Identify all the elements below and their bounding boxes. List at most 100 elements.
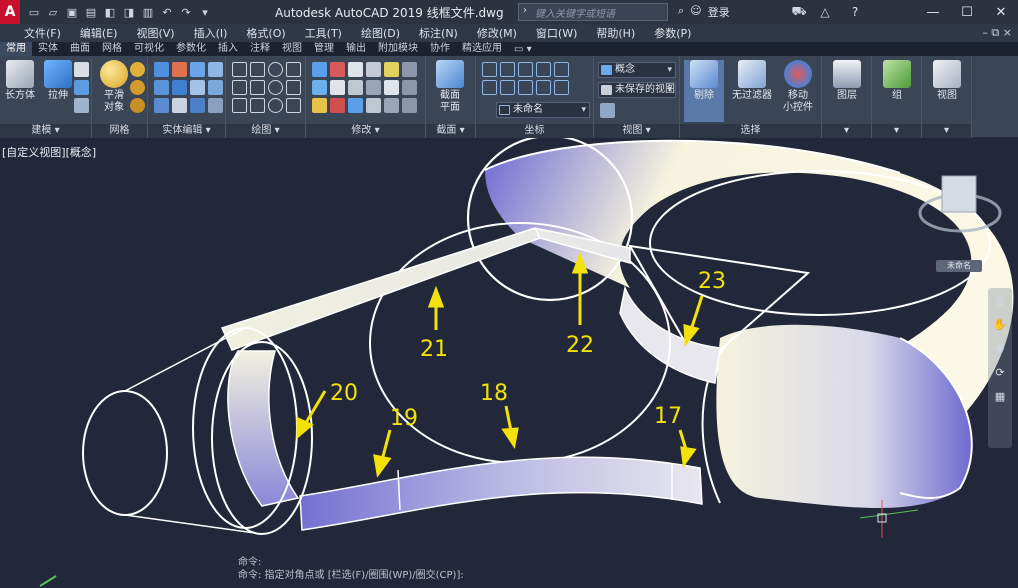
panel-title-section[interactable]: 截面 ▾ xyxy=(426,124,475,138)
panel-title-draw[interactable]: 绘图 ▾ xyxy=(226,124,305,138)
ribbon-tab-10[interactable]: 输出 xyxy=(340,42,372,56)
view-button[interactable]: 视图 xyxy=(927,60,967,102)
ucs-object-icon[interactable] xyxy=(500,80,515,95)
ucs-zaxis-icon[interactable] xyxy=(536,62,551,77)
menu-item-9[interactable]: 窗口(W) xyxy=(536,25,577,41)
menu-item-1[interactable]: 编辑(E) xyxy=(80,25,118,41)
revolve-icon[interactable] xyxy=(74,62,89,77)
smooth-object-button[interactable]: 平滑 对象 xyxy=(94,60,134,114)
extrude-button[interactable]: 拉伸 xyxy=(38,60,78,102)
steering-wheel-icon[interactable]: ◎ xyxy=(991,294,1009,312)
3d-array-icon[interactable] xyxy=(330,80,345,95)
erase-icon[interactable] xyxy=(402,62,417,77)
thicken-icon[interactable] xyxy=(154,80,169,95)
panel-title-layers-expand[interactable]: ▾ xyxy=(822,124,871,138)
layers-button[interactable]: 图层 xyxy=(827,60,867,102)
slice-icon[interactable] xyxy=(208,62,223,77)
panel-title-modeling[interactable]: 建模 ▾ xyxy=(0,124,91,138)
pan-icon[interactable]: ✋ xyxy=(991,318,1009,336)
web-upload-icon[interactable]: ◧ xyxy=(102,4,118,20)
menu-item-0[interactable]: 文件(F) xyxy=(24,25,61,41)
arc-icon[interactable] xyxy=(268,62,283,77)
3d-mirror-icon[interactable] xyxy=(312,98,327,113)
visual-style-dropdown[interactable]: 概念 ▾ xyxy=(598,62,676,78)
ribbon-minimize-icon[interactable]: ▭ ▾ xyxy=(514,44,532,55)
menu-item-2[interactable]: 视图(V) xyxy=(136,25,174,41)
sweep-icon[interactable] xyxy=(74,98,89,113)
panel-title-view-expand[interactable]: ▾ xyxy=(922,124,971,138)
redo-icon[interactable]: ↷ xyxy=(178,4,194,20)
ribbon-tab-9[interactable]: 管理 xyxy=(308,42,340,56)
ucs-origin-icon[interactable] xyxy=(518,62,533,77)
ribbon-tab-2[interactable]: 曲面 xyxy=(64,42,96,56)
region-icon[interactable] xyxy=(286,98,301,113)
top-panel-21[interactable] xyxy=(220,227,631,351)
3d-align-icon[interactable] xyxy=(312,80,327,95)
panel-title-mesh[interactable]: 网格 xyxy=(92,124,147,138)
mesh-smooth-icon[interactable] xyxy=(130,98,145,113)
ribbon-tab-8[interactable]: 视图 xyxy=(276,42,308,56)
autocad-logo-icon[interactable]: A xyxy=(0,0,20,24)
ellipse-icon[interactable] xyxy=(286,80,301,95)
showmotion-icon[interactable]: ▦ xyxy=(991,390,1009,408)
menu-item-4[interactable]: 格式(O) xyxy=(246,25,285,41)
document-window-controls[interactable]: – ⧉ × xyxy=(982,26,1012,40)
ribbon-tab-11[interactable]: 附加模块 xyxy=(372,42,424,56)
cart-icon[interactable]: ⛟ xyxy=(790,3,808,21)
undo-icon[interactable]: ↶ xyxy=(159,4,175,20)
new-file-icon[interactable]: ▭ xyxy=(26,4,42,20)
ribbon-tab-3[interactable]: 网格 xyxy=(96,42,128,56)
union-icon[interactable] xyxy=(154,62,169,77)
panel-title-view[interactable]: 视图 ▾ xyxy=(594,124,679,138)
fillet-edge-icon[interactable] xyxy=(154,98,169,113)
open-file-icon[interactable]: ▱ xyxy=(45,4,61,20)
imprint-icon[interactable] xyxy=(208,98,223,113)
polygon-icon[interactable] xyxy=(232,98,247,113)
donut-icon[interactable] xyxy=(268,98,283,113)
panel-title-coordinates[interactable]: 坐标 xyxy=(476,124,593,138)
menu-item-11[interactable]: 参数(P) xyxy=(654,25,691,41)
3d-move-icon[interactable] xyxy=(312,62,327,77)
autodesk-account-icon[interactable]: △ xyxy=(816,3,834,21)
ucs-world-icon[interactable] xyxy=(500,62,515,77)
save-icon[interactable]: ▣ xyxy=(64,4,80,20)
fillet-icon[interactable] xyxy=(384,80,399,95)
ribbon-tab-5[interactable]: 参数化 xyxy=(170,42,212,56)
ribbon-tab-6[interactable]: 插入 xyxy=(212,42,244,56)
cull-button[interactable]: 剔除 xyxy=(684,60,724,122)
3d-model-scene[interactable]: 17 18 19 20 21 22 23 xyxy=(0,138,1018,588)
bottom-band-18[interactable] xyxy=(299,456,703,531)
ucs-face-icon[interactable] xyxy=(518,80,533,95)
help-button[interactable]: ? xyxy=(842,3,868,21)
ucs-named-dropdown[interactable]: 未命名 ▾ xyxy=(496,102,590,118)
loft-icon[interactable] xyxy=(74,80,89,95)
panel-title-selection[interactable]: 选择 xyxy=(680,124,821,138)
drawing-viewport[interactable]: 17 18 19 20 21 22 23 [自定义视图][概念] 未命名 ◎ ✋… xyxy=(0,138,1018,588)
ribbon-tab-1[interactable]: 实体 xyxy=(32,42,64,56)
helix-icon[interactable] xyxy=(250,80,265,95)
qat-menu-icon[interactable]: ▾ xyxy=(197,4,213,20)
line-icon[interactable] xyxy=(232,62,247,77)
intersect-icon[interactable] xyxy=(190,62,205,77)
viewport-label[interactable]: [自定义视图][概念] xyxy=(2,144,96,160)
ucs-view-icon[interactable] xyxy=(482,80,497,95)
binoculars-icon[interactable]: ⌕ xyxy=(678,4,684,20)
orbit-icon[interactable]: ⟳ xyxy=(991,366,1009,384)
ribbon-tab-0[interactable]: 常用 xyxy=(0,42,32,56)
scale-icon[interactable] xyxy=(330,98,345,113)
offset-icon[interactable] xyxy=(348,98,363,113)
menu-item-8[interactable]: 修改(M) xyxy=(477,25,517,41)
ucs-x-icon[interactable] xyxy=(536,80,551,95)
menu-item-3[interactable]: 插入(I) xyxy=(194,25,228,41)
separate-icon[interactable] xyxy=(190,98,205,113)
login-area[interactable]: ⌕ ☺ 登录 xyxy=(678,4,730,20)
viewcube-ucs-label[interactable]: 未命名 xyxy=(936,260,982,272)
offset-edge-icon[interactable] xyxy=(208,80,223,95)
ribbon-tab-13[interactable]: 精选应用 xyxy=(456,42,508,56)
break-icon[interactable] xyxy=(402,98,417,113)
no-filter-button[interactable]: 无过滤器 xyxy=(728,60,776,102)
menu-item-10[interactable]: 帮助(H) xyxy=(596,25,635,41)
ribbon-tab-12[interactable]: 协作 xyxy=(424,42,456,56)
menu-item-6[interactable]: 绘图(D) xyxy=(361,25,400,41)
ucs-icon[interactable] xyxy=(482,62,497,77)
